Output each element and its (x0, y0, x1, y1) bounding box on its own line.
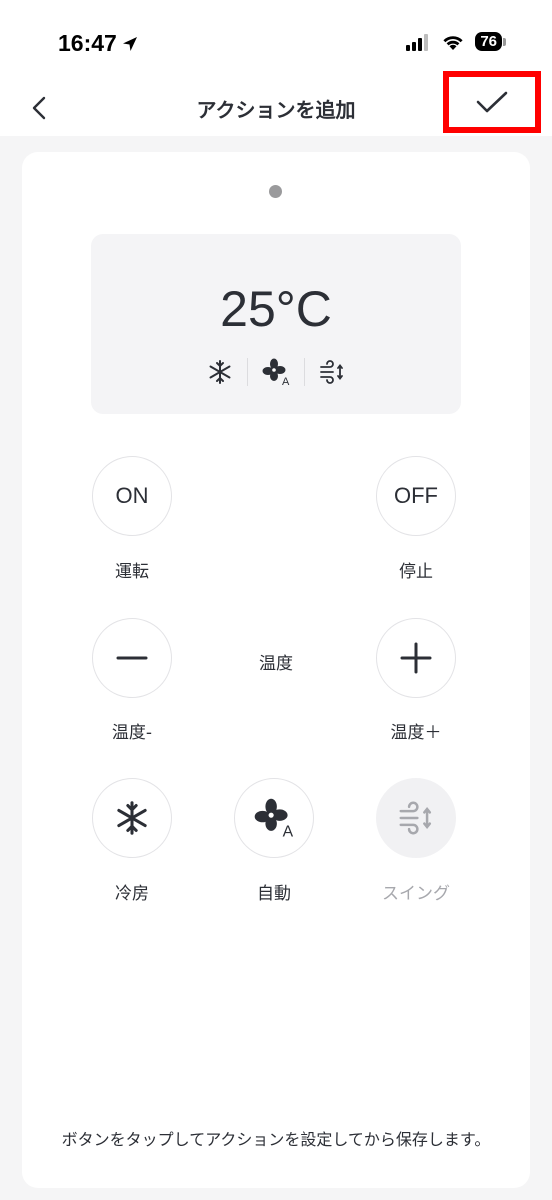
fan-auto-icon: A (262, 358, 290, 386)
location-arrow-icon (122, 36, 137, 51)
on-label: 運転 (115, 562, 149, 582)
temp-center-label: 温度 (259, 654, 293, 674)
svg-text:A: A (282, 376, 290, 386)
swing-icon (320, 360, 343, 384)
snowflake-icon (209, 360, 231, 384)
cool-mode-button[interactable] (92, 778, 172, 858)
wifi-icon (443, 35, 463, 50)
swing-label: スイング (382, 884, 450, 904)
temperature-readout: 25°C (220, 281, 332, 337)
off-label: 停止 (399, 562, 433, 582)
minus-icon (116, 656, 148, 660)
temp-up-label: 温度＋ (390, 723, 442, 743)
mode-icons-row: A (91, 358, 461, 386)
confirm-button[interactable] (443, 71, 541, 133)
plus-icon (400, 642, 432, 674)
checkmark-icon (476, 91, 508, 113)
auto-label: 自動 (257, 884, 291, 904)
page-indicator-dot (269, 185, 282, 198)
temp-up-button[interactable] (376, 618, 456, 698)
signal-icon (406, 33, 429, 51)
on-button[interactable]: ON (92, 456, 172, 536)
battery-indicator: 76 (475, 32, 506, 51)
swing-icon (399, 801, 432, 835)
status-bar: 16:47 76 (0, 0, 552, 80)
remote-card: 25°C A ON 運転 OFF 停止 温度- 温度 温度＋ 冷房 A 自動 ス… (22, 152, 530, 1188)
off-button-text: OFF (394, 483, 438, 508)
on-button-text: ON (115, 483, 149, 508)
svg-text:A: A (283, 824, 294, 838)
time-text: 16:47 (58, 30, 117, 56)
hint-text: ボタンをタップしてアクションを設定してから保存します。 (61, 1130, 491, 1149)
cool-label: 冷房 (115, 884, 149, 904)
status-display: 25°C A (91, 234, 461, 414)
temp-down-button[interactable] (92, 618, 172, 698)
temp-down-label: 温度- (111, 723, 153, 743)
snowflake-icon (117, 801, 147, 835)
fan-auto-icon: A (254, 798, 294, 838)
off-button[interactable]: OFF (376, 456, 456, 536)
auto-fan-button[interactable]: A (234, 778, 314, 858)
swing-button[interactable] (376, 778, 456, 858)
nav-bar: アクションを追加 (0, 71, 552, 136)
status-time: 16:47 (58, 30, 139, 57)
